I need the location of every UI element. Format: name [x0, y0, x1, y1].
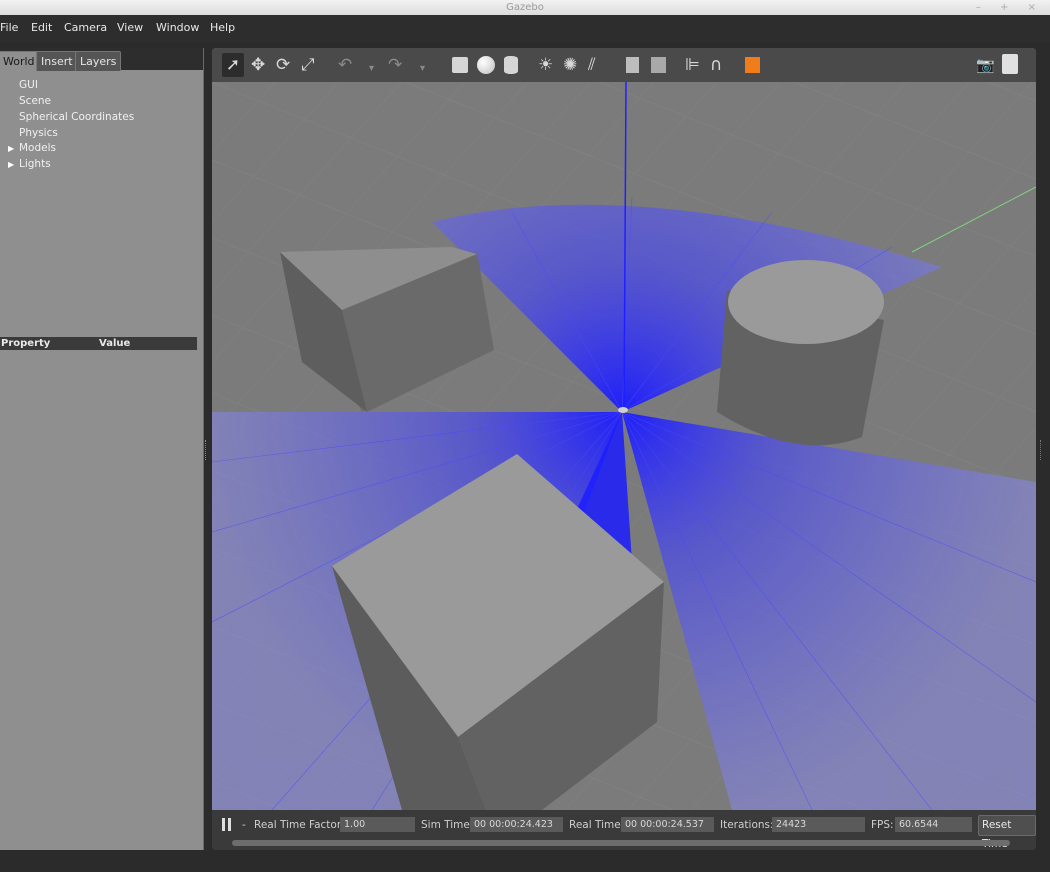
right-splitter-handle[interactable] — [1040, 440, 1043, 460]
log-icon[interactable] — [1002, 54, 1018, 74]
laser-sensor[interactable] — [618, 407, 628, 413]
panel-splitter-handle[interactable] — [205, 440, 208, 460]
expand-arrow-icon[interactable]: ▶ — [8, 144, 14, 153]
tree-item-scene[interactable]: Scene — [19, 95, 51, 107]
world-tree: GUI Scene Spherical Coordinates Physics … — [0, 72, 203, 340]
render-viewport[interactable]: ➚ ✥ ⟳ ⤢ ↶ ▾ ↷ ▾ ☀ ✺ ⫽ ⊫ ∩ 📷 - Real Time … — [212, 48, 1036, 850]
point-light-icon[interactable]: ☀ — [538, 56, 553, 74]
fps-label: FPS: — [871, 819, 894, 831]
cylinder-icon[interactable] — [504, 56, 518, 74]
menu-help[interactable]: Help — [210, 21, 235, 34]
menu-view[interactable]: View — [117, 21, 143, 34]
value-column-header: Value — [99, 338, 131, 349]
spot-light-icon[interactable]: ✺ — [563, 56, 577, 74]
snap-icon[interactable]: ∩ — [710, 56, 722, 74]
horizontal-scrollbar[interactable] — [232, 840, 1010, 846]
window-controls[interactable]: – + × — [976, 0, 1044, 15]
real-time-factor-label: Real Time Factor: — [254, 819, 345, 831]
screenshot-icon[interactable]: 📷 — [976, 56, 995, 74]
step-button[interactable]: - — [242, 819, 246, 831]
iterations-label: Iterations: — [720, 819, 774, 831]
undo-icon[interactable]: ↶ — [338, 56, 352, 74]
pause-icon[interactable] — [228, 818, 231, 831]
tree-item-models[interactable]: Models — [19, 142, 56, 154]
panel-tabs: World Insert Layers — [0, 48, 203, 71]
viewport-toolbar: ➚ ✥ ⟳ ⤢ ↶ ▾ ↷ ▾ ☀ ✺ ⫽ ⊫ ∩ 📷 — [212, 48, 1036, 82]
property-column-header: Property — [1, 338, 51, 349]
directional-light-icon[interactable]: ⫽ — [588, 56, 596, 74]
redo-dropdown-icon[interactable]: ▾ — [420, 60, 425, 78]
sim-time-label: Sim Time: — [421, 819, 474, 831]
sphere-icon[interactable] — [477, 56, 495, 74]
tab-layers[interactable]: Layers — [75, 51, 122, 71]
redo-icon[interactable]: ↷ — [388, 56, 402, 74]
window-titlebar: Gazebo – + × — [0, 0, 1050, 15]
real-time-label: Real Time: — [569, 819, 625, 831]
paste-icon[interactable] — [651, 57, 666, 73]
view-angle-icon[interactable] — [745, 57, 760, 73]
expand-arrow-icon[interactable]: ▶ — [8, 160, 14, 169]
align-icon[interactable]: ⊫ — [685, 56, 700, 74]
menu-file[interactable]: File — [0, 21, 18, 34]
translate-icon[interactable]: ✥ — [251, 56, 265, 74]
menu-window[interactable]: Window — [156, 21, 199, 34]
real-time-factor-value: 1.00 — [340, 817, 415, 832]
menu-bar: File Edit Camera View Window Help — [0, 15, 1050, 42]
real-time-value: 00 00:00:24.537 — [621, 817, 714, 832]
tab-world[interactable]: World — [0, 51, 40, 71]
tab-insert[interactable]: Insert — [36, 51, 78, 71]
property-table-header: Property Value — [0, 337, 197, 350]
left-panel: World Insert Layers GUI Scene Spherical … — [0, 48, 204, 850]
menu-camera[interactable]: Camera — [64, 21, 107, 34]
sim-time-value: 00 00:00:24.423 — [470, 817, 563, 832]
menu-edit[interactable]: Edit — [31, 21, 52, 34]
select-arrow-icon[interactable]: ➚ — [222, 53, 244, 77]
iterations-value: 24423 — [772, 817, 865, 832]
tree-item-spherical-coordinates[interactable]: Spherical Coordinates — [19, 111, 134, 123]
reset-time-button[interactable]: Reset Time — [978, 815, 1036, 850]
scale-icon[interactable]: ⤢ — [301, 56, 315, 74]
rotate-icon[interactable]: ⟳ — [276, 56, 290, 74]
pause-icon[interactable] — [222, 818, 225, 831]
undo-dropdown-icon[interactable]: ▾ — [369, 60, 374, 78]
cylinder-model[interactable] — [717, 260, 884, 446]
tree-item-physics[interactable]: Physics — [19, 127, 58, 139]
box-icon[interactable] — [452, 57, 468, 73]
tree-item-lights[interactable]: Lights — [19, 158, 51, 170]
tree-item-gui[interactable]: GUI — [19, 79, 38, 91]
3d-scene[interactable] — [212, 82, 1036, 810]
copy-icon[interactable] — [626, 57, 639, 73]
window-title: Gazebo — [506, 2, 544, 13]
time-panel: - Real Time Factor: 1.00 Sim Time: 00 00… — [212, 810, 1036, 850]
fps-value: 60.6544 — [895, 817, 972, 832]
